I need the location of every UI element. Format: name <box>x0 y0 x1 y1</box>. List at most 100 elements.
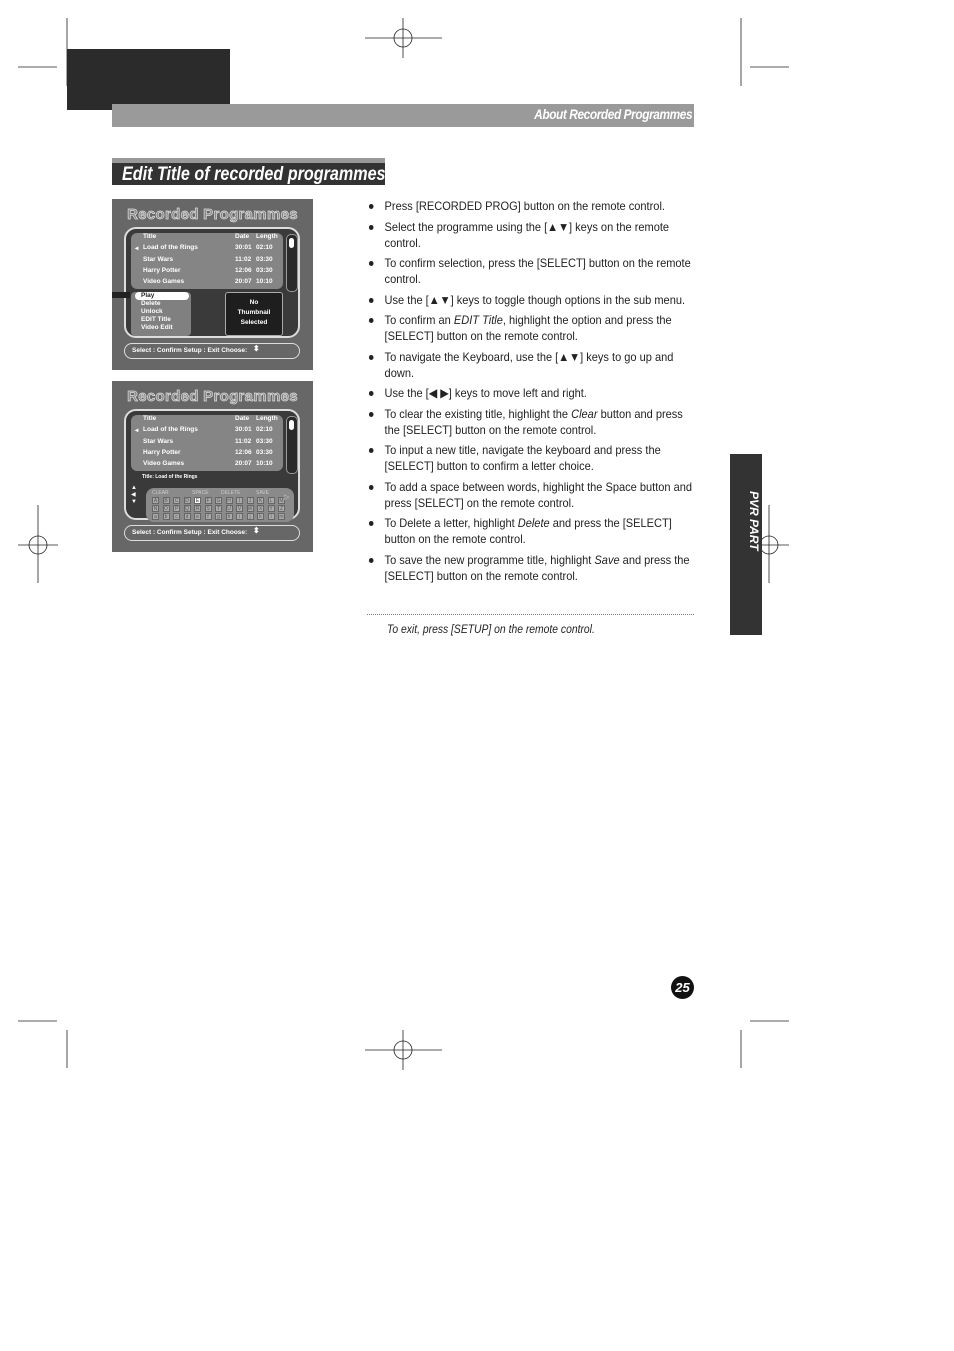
keyboard-key[interactable]: P <box>173 505 180 512</box>
title-field[interactable]: Title: Load of the Rings <box>142 474 197 480</box>
keyboard-key[interactable]: i <box>236 513 243 520</box>
keyboard-key[interactable]: G <box>215 497 222 504</box>
keyboard-key[interactable]: K <box>257 497 264 504</box>
instruction-item: Use the [◀ ▶] keys to move left and righ… <box>368 385 697 401</box>
keyboard-delete-button[interactable]: DELETE <box>221 490 240 496</box>
instruction-item: Select the programme using the [▲▼] keys… <box>368 219 697 251</box>
selected-marker-icon: ◂ <box>135 245 139 252</box>
keyboard-key[interactable]: m <box>278 513 285 520</box>
header-bar: About Recorded Programmes <box>112 104 694 127</box>
thumbnail-preview: No Thumbnail Selected <box>225 292 283 336</box>
list-item[interactable]: ◂ Load of the Rings 30:01 02:10 <box>131 244 283 255</box>
keyboard-key[interactable]: L <box>267 497 275 504</box>
up-down-icon: ⬍ <box>253 526 260 535</box>
list-header: Title Date Length <box>143 233 278 240</box>
section-heading: Edit Title of recorded programmes <box>112 158 386 185</box>
keyboard-key[interactable]: I <box>236 497 243 504</box>
keyboard-key[interactable]: E <box>194 497 201 504</box>
keyboard-key[interactable]: l <box>267 513 275 520</box>
submenu-item-play[interactable]: Play <box>135 292 189 300</box>
keyboard-key[interactable]: b <box>162 513 170 520</box>
instruction-item: To Delete a letter, highlight Delete and… <box>368 515 697 547</box>
keyboard-key[interactable]: X <box>257 505 264 512</box>
programme-list: Title Date Length ◂ Load of the Rings 30:01 0… <box>131 233 283 289</box>
screen-title: Recorded Programmes <box>127 206 298 224</box>
keyboard-key[interactable]: k <box>257 513 264 520</box>
keyboard-key[interactable]: Z <box>278 505 285 512</box>
list-item[interactable]: ◂ Load of the Rings 30:01 02:10 <box>131 426 283 437</box>
keyboard-key[interactable]: T <box>215 505 222 512</box>
keyboard-key[interactable]: g <box>215 513 222 520</box>
keyboard-key[interactable]: O <box>162 505 170 512</box>
screenshot-submenu: Recorded Programmes Title Date Length ◂ Loa… <box>112 199 313 370</box>
programme-list-box: Title Date Length ◂ Load of the Rings 30:01 0… <box>124 227 300 338</box>
list-item[interactable]: Video Games 20:07 10:10 <box>131 278 283 289</box>
exit-note: To exit, press [SETUP] on the remote con… <box>387 624 595 636</box>
keyboard-key[interactable]: R <box>194 505 201 512</box>
list-item[interactable]: Star Wars 11:02 03:30 <box>131 438 283 449</box>
keyboard-key[interactable]: f <box>204 513 212 520</box>
keyboard-key[interactable]: h <box>225 513 233 520</box>
submenu-item-video-edit[interactable]: Video Edit <box>141 324 173 331</box>
on-screen-keyboard: CLEAR SPACE DELETE SAVE ABCDEFGHIJKLMNOP… <box>146 488 294 522</box>
keyboard-key[interactable]: J <box>246 497 254 504</box>
right-arrow-icon: ▷ <box>284 494 290 501</box>
keyboard-key[interactable]: A <box>152 497 159 504</box>
keyboard-key[interactable]: a <box>152 513 159 520</box>
keyboard-key[interactable]: C <box>173 497 180 504</box>
programme-list: Title Date Length ◂ Load of the Rings 30:01 0… <box>131 415 283 471</box>
keyboard-key[interactable]: N <box>152 505 159 512</box>
keyboard-key[interactable]: e <box>194 513 201 520</box>
submenu-item-delete[interactable]: Delete <box>141 300 161 307</box>
instruction-item: To confirm selection, press the [SELECT]… <box>368 255 697 287</box>
keyboard-key[interactable]: S <box>204 505 212 512</box>
pointer-bar <box>112 292 130 298</box>
keyboard-key[interactable]: V <box>236 505 243 512</box>
side-tab-label: PVR PART <box>747 491 761 551</box>
keyboard-space-button[interactable]: SPACE <box>192 490 209 496</box>
instruction-item: To input a new title, navigate the keybo… <box>368 442 697 474</box>
instruction-item: To add a space between words, highlight … <box>368 479 697 511</box>
scrollbar[interactable] <box>286 234 298 292</box>
screenshot-keyboard: Recorded Programmes Title Date Length ◂ Loa… <box>112 381 313 552</box>
submenu-item-edit-title[interactable]: EDIT Title <box>141 316 171 323</box>
instruction-item: To clear the existing title, highlight t… <box>368 406 697 438</box>
instruction-list: Press [RECORDED PROG] button on the remo… <box>368 198 697 588</box>
keyboard-save-button[interactable]: SAVE <box>256 490 269 496</box>
help-bar: Select : Confirm Setup : Exit Choose: ⬍ <box>124 343 300 359</box>
corner-block <box>67 49 230 110</box>
scrollbar[interactable] <box>286 416 298 474</box>
up-down-icon: ⬍ <box>253 344 260 353</box>
keyboard-key[interactable]: d <box>183 513 191 520</box>
keyboard-key[interactable]: F <box>204 497 212 504</box>
keyboard-key[interactable]: Y <box>267 505 275 512</box>
selected-marker-icon: ◂ <box>135 427 139 434</box>
keyboard-key[interactable]: D <box>183 497 191 504</box>
instruction-item: To confirm an EDIT Title, highlight the … <box>368 312 697 344</box>
list-item[interactable]: Harry Potter 12:06 03:30 <box>131 449 283 460</box>
instruction-item: Use the [▲▼] keys to toggle though optio… <box>368 292 697 308</box>
side-tab: PVR PART <box>730 454 762 635</box>
keyboard-key[interactable]: c <box>173 513 180 520</box>
list-item[interactable]: Star Wars 11:02 03:30 <box>131 256 283 267</box>
keyboard-clear-button[interactable]: CLEAR <box>152 490 169 496</box>
instruction-item: Press [RECORDED PROG] button on the remo… <box>368 198 697 214</box>
list-header: Title Date Length <box>143 415 278 422</box>
screen-title: Recorded Programmes <box>127 388 298 406</box>
instruction-item: To save the new programme title, highlig… <box>368 552 697 584</box>
keyboard-key[interactable]: j <box>246 513 254 520</box>
list-item[interactable]: Video Games 20:07 10:10 <box>131 460 283 471</box>
keyboard-key[interactable]: B <box>162 497 170 504</box>
keyboard-key[interactable]: U <box>225 505 233 512</box>
submenu-item-unlock[interactable]: Unlock <box>141 308 163 315</box>
keyboard-key[interactable]: Q <box>183 505 191 512</box>
instruction-item: To navigate the Keyboard, use the [▲▼] k… <box>368 349 697 381</box>
list-item[interactable]: Harry Potter 12:06 03:30 <box>131 267 283 278</box>
page-title: Edit Title of recorded programmes <box>122 164 386 185</box>
divider <box>367 614 694 615</box>
programme-list-box: Title Date Length ◂ Load of the Rings 30:01 0… <box>124 409 300 522</box>
help-bar: Select : Confirm Setup : Exit Choose: ⬍ <box>124 525 300 541</box>
keyboard-key[interactable]: H <box>225 497 233 504</box>
keyboard-key[interactable]: W <box>246 505 254 512</box>
page-number: 25 <box>671 976 694 999</box>
